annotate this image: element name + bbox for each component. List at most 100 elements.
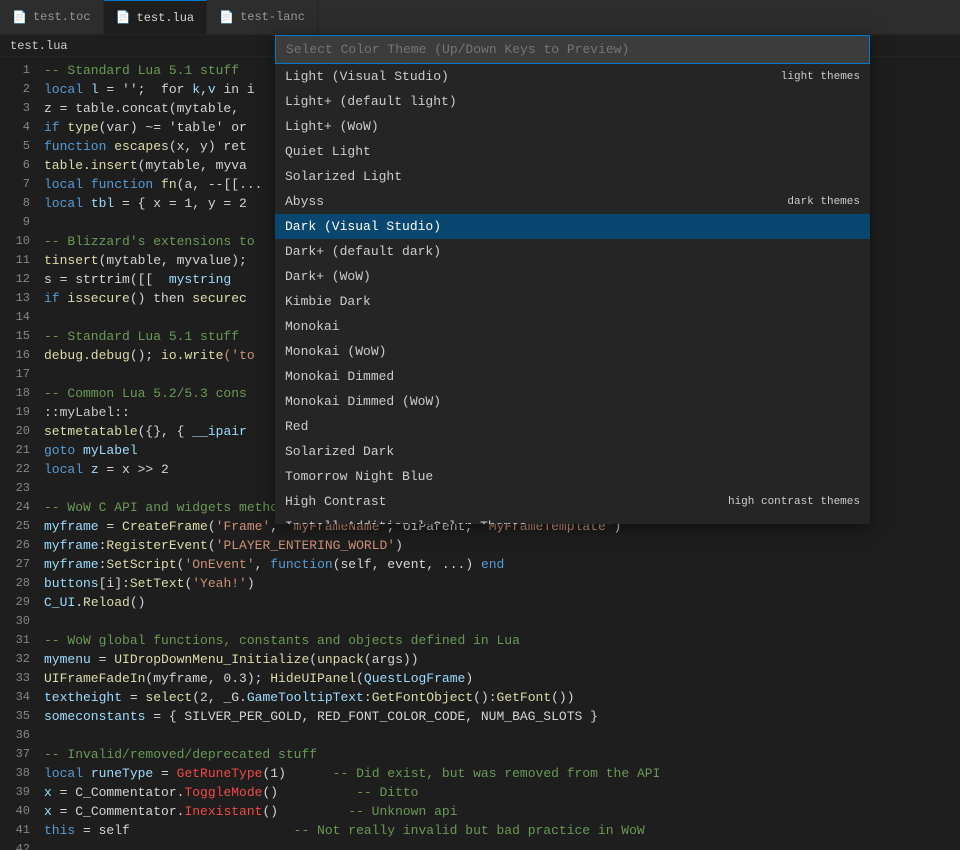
theme-item-kimbie-dark[interactable]: Kimbie Dark <box>275 289 870 314</box>
code-token: -- Not really invalid but bad practice i… <box>130 823 645 838</box>
tab-test-toc[interactable]: 📄 test.toc <box>0 0 104 34</box>
theme-item-dark-visual-studio[interactable]: Dark (Visual Studio) <box>275 214 870 239</box>
code-token: ( <box>208 519 216 534</box>
theme-item-light-plus[interactable]: Light+ (default light) <box>275 89 870 114</box>
line-content: x = C_Commentator.ToggleMode() -- Ditto <box>40 783 960 802</box>
theme-item-solarized-light[interactable]: Solarized Light <box>275 164 870 189</box>
theme-item-monokai-wow[interactable]: Monokai (WoW) <box>275 339 870 364</box>
code-line: 31-- WoW global functions, constants and… <box>0 631 960 650</box>
line-content: x = C_Commentator.Inexistant() -- Unknow… <box>40 802 960 821</box>
code-token: = <box>122 690 145 705</box>
theme-item-label: Abyss <box>285 194 324 209</box>
theme-item-solarized-dark[interactable]: Solarized Dark <box>275 439 870 464</box>
code-token: -- Common Lua 5.2/5.3 cons <box>44 386 247 401</box>
code-token: l <box>91 82 99 97</box>
code-token: in i <box>216 82 255 97</box>
line-number: 14 <box>0 308 40 327</box>
code-token: ( <box>309 652 317 667</box>
code-token: -- Invalid/removed/deprecated stuff <box>44 747 317 762</box>
code-token: = x >> 2 <box>99 462 169 477</box>
tab-test-lanc[interactable]: 📄 test-lanc <box>207 0 318 34</box>
theme-item-light-plus-wow[interactable]: Light+ (WoW) <box>275 114 870 139</box>
theme-item-quiet-light[interactable]: Quiet Light <box>275 139 870 164</box>
code-token: C_UI <box>44 595 75 610</box>
code-token: 'Frame' <box>216 519 271 534</box>
code-token: , <box>255 557 271 572</box>
code-line: 27myframe:SetScript('OnEvent', function(… <box>0 555 960 574</box>
line-number: 15 <box>0 327 40 346</box>
theme-item-label: Dark+ (WoW) <box>285 269 371 284</box>
code-token: end <box>481 557 504 572</box>
theme-item-monokai-dimmed[interactable]: Monokai Dimmed <box>275 364 870 389</box>
theme-item-light-visual-studio[interactable]: Light (Visual Studio)light themes <box>275 64 870 89</box>
code-line: 37-- Invalid/removed/deprecated stuff <box>0 745 960 764</box>
code-token: fn <box>161 177 177 192</box>
code-token: SetScript <box>106 557 176 572</box>
theme-item-monokai-dimmed-wow[interactable]: Monokai Dimmed (WoW) <box>275 389 870 414</box>
code-token: GameTooltipText <box>247 690 364 705</box>
tab-test-lua[interactable]: 📄 test.lua <box>104 0 208 34</box>
code-token: () <box>130 595 146 610</box>
theme-item-label: Monokai Dimmed <box>285 369 394 384</box>
code-token: ) <box>247 576 255 591</box>
code-token: 'OnEvent' <box>184 557 254 572</box>
line-number: 39 <box>0 783 40 802</box>
line-content: myframe:SetScript('OnEvent', function(se… <box>40 555 960 574</box>
theme-item-install-additional[interactable]: Install Additional Color Themes... <box>275 514 870 524</box>
section-label-dark: dark themes <box>787 196 860 208</box>
line-number: 9 <box>0 213 40 232</box>
code-token: -- Ditto <box>278 785 418 800</box>
theme-item-label: Monokai (WoW) <box>285 344 386 359</box>
code-token: goto <box>44 443 83 458</box>
code-token: mystring <box>169 272 231 287</box>
theme-item-dark-plus-wow[interactable]: Dark+ (WoW) <box>275 264 870 289</box>
theme-item-abyss[interactable]: Abyss dark themes <box>275 189 870 214</box>
theme-search-input[interactable] <box>275 35 870 64</box>
line-number: 17 <box>0 365 40 384</box>
theme-item-dark-plus[interactable]: Dark+ (default dark) <box>275 239 870 264</box>
theme-item-label: Monokai Dimmed (WoW) <box>285 394 441 409</box>
line-number: 42 <box>0 840 40 850</box>
line-number: 13 <box>0 289 40 308</box>
line-content: -- WoW global functions, constants and o… <box>40 631 960 650</box>
theme-item-red[interactable]: Red <box>275 414 870 439</box>
code-token: x <box>44 804 52 819</box>
code-token: ({}, { <box>138 424 193 439</box>
code-token: __ipair <box>192 424 247 439</box>
theme-list: Light (Visual Studio)light themesLight+ … <box>275 64 870 524</box>
code-token: (mytable, myva <box>138 158 247 173</box>
tab-icon-test-lanc: 📄 <box>219 10 234 25</box>
code-token: table.insert <box>44 158 138 173</box>
code-token: function <box>91 177 161 192</box>
line-content: mymenu = UIDropDownMenu_Initialize(unpac… <box>40 650 960 669</box>
line-content: myframe:RegisterEvent('PLAYER_ENTERING_W… <box>40 536 960 555</box>
line-number: 31 <box>0 631 40 650</box>
code-line: 33UIFrameFadeIn(myframe, 0.3); HideUIPan… <box>0 669 960 688</box>
code-token: (var) ~= 'table' or <box>99 120 247 135</box>
line-content: this = self -- Not really invalid but ba… <box>40 821 960 840</box>
editor-area: test.lua Light (Visual Studio)light them… <box>0 35 960 850</box>
code-token: = <box>99 519 122 534</box>
theme-item-monokai[interactable]: Monokai <box>275 314 870 339</box>
code-token: (self, event, ...) <box>333 557 481 572</box>
code-token: . <box>75 595 83 610</box>
code-token: issecure <box>67 291 129 306</box>
code-line: 32mymenu = UIDropDownMenu_Initialize(unp… <box>0 650 960 669</box>
code-token: local <box>44 196 91 211</box>
theme-item-label: Solarized Dark <box>285 444 394 459</box>
line-number: 24 <box>0 498 40 517</box>
theme-item-tomorrow-night-blue[interactable]: Tomorrow Night Blue <box>275 464 870 489</box>
code-token: () then <box>130 291 192 306</box>
breadcrumb-text: test.lua <box>10 39 68 53</box>
line-number: 32 <box>0 650 40 669</box>
line-content: UIFrameFadeIn(myframe, 0.3); HideUIPanel… <box>40 669 960 688</box>
line-content: textheight = select(2, _G.GameTooltipTex… <box>40 688 960 707</box>
line-number: 4 <box>0 118 40 137</box>
theme-item-high-contrast[interactable]: High Contrasthigh contrast themes <box>275 489 870 514</box>
line-number: 28 <box>0 574 40 593</box>
code-token: (x, y) ret <box>169 139 247 154</box>
code-token: local <box>44 462 91 477</box>
code-token: function <box>270 557 332 572</box>
line-content: -- Invalid/removed/deprecated stuff <box>40 745 960 764</box>
code-token: from <box>567 766 598 781</box>
